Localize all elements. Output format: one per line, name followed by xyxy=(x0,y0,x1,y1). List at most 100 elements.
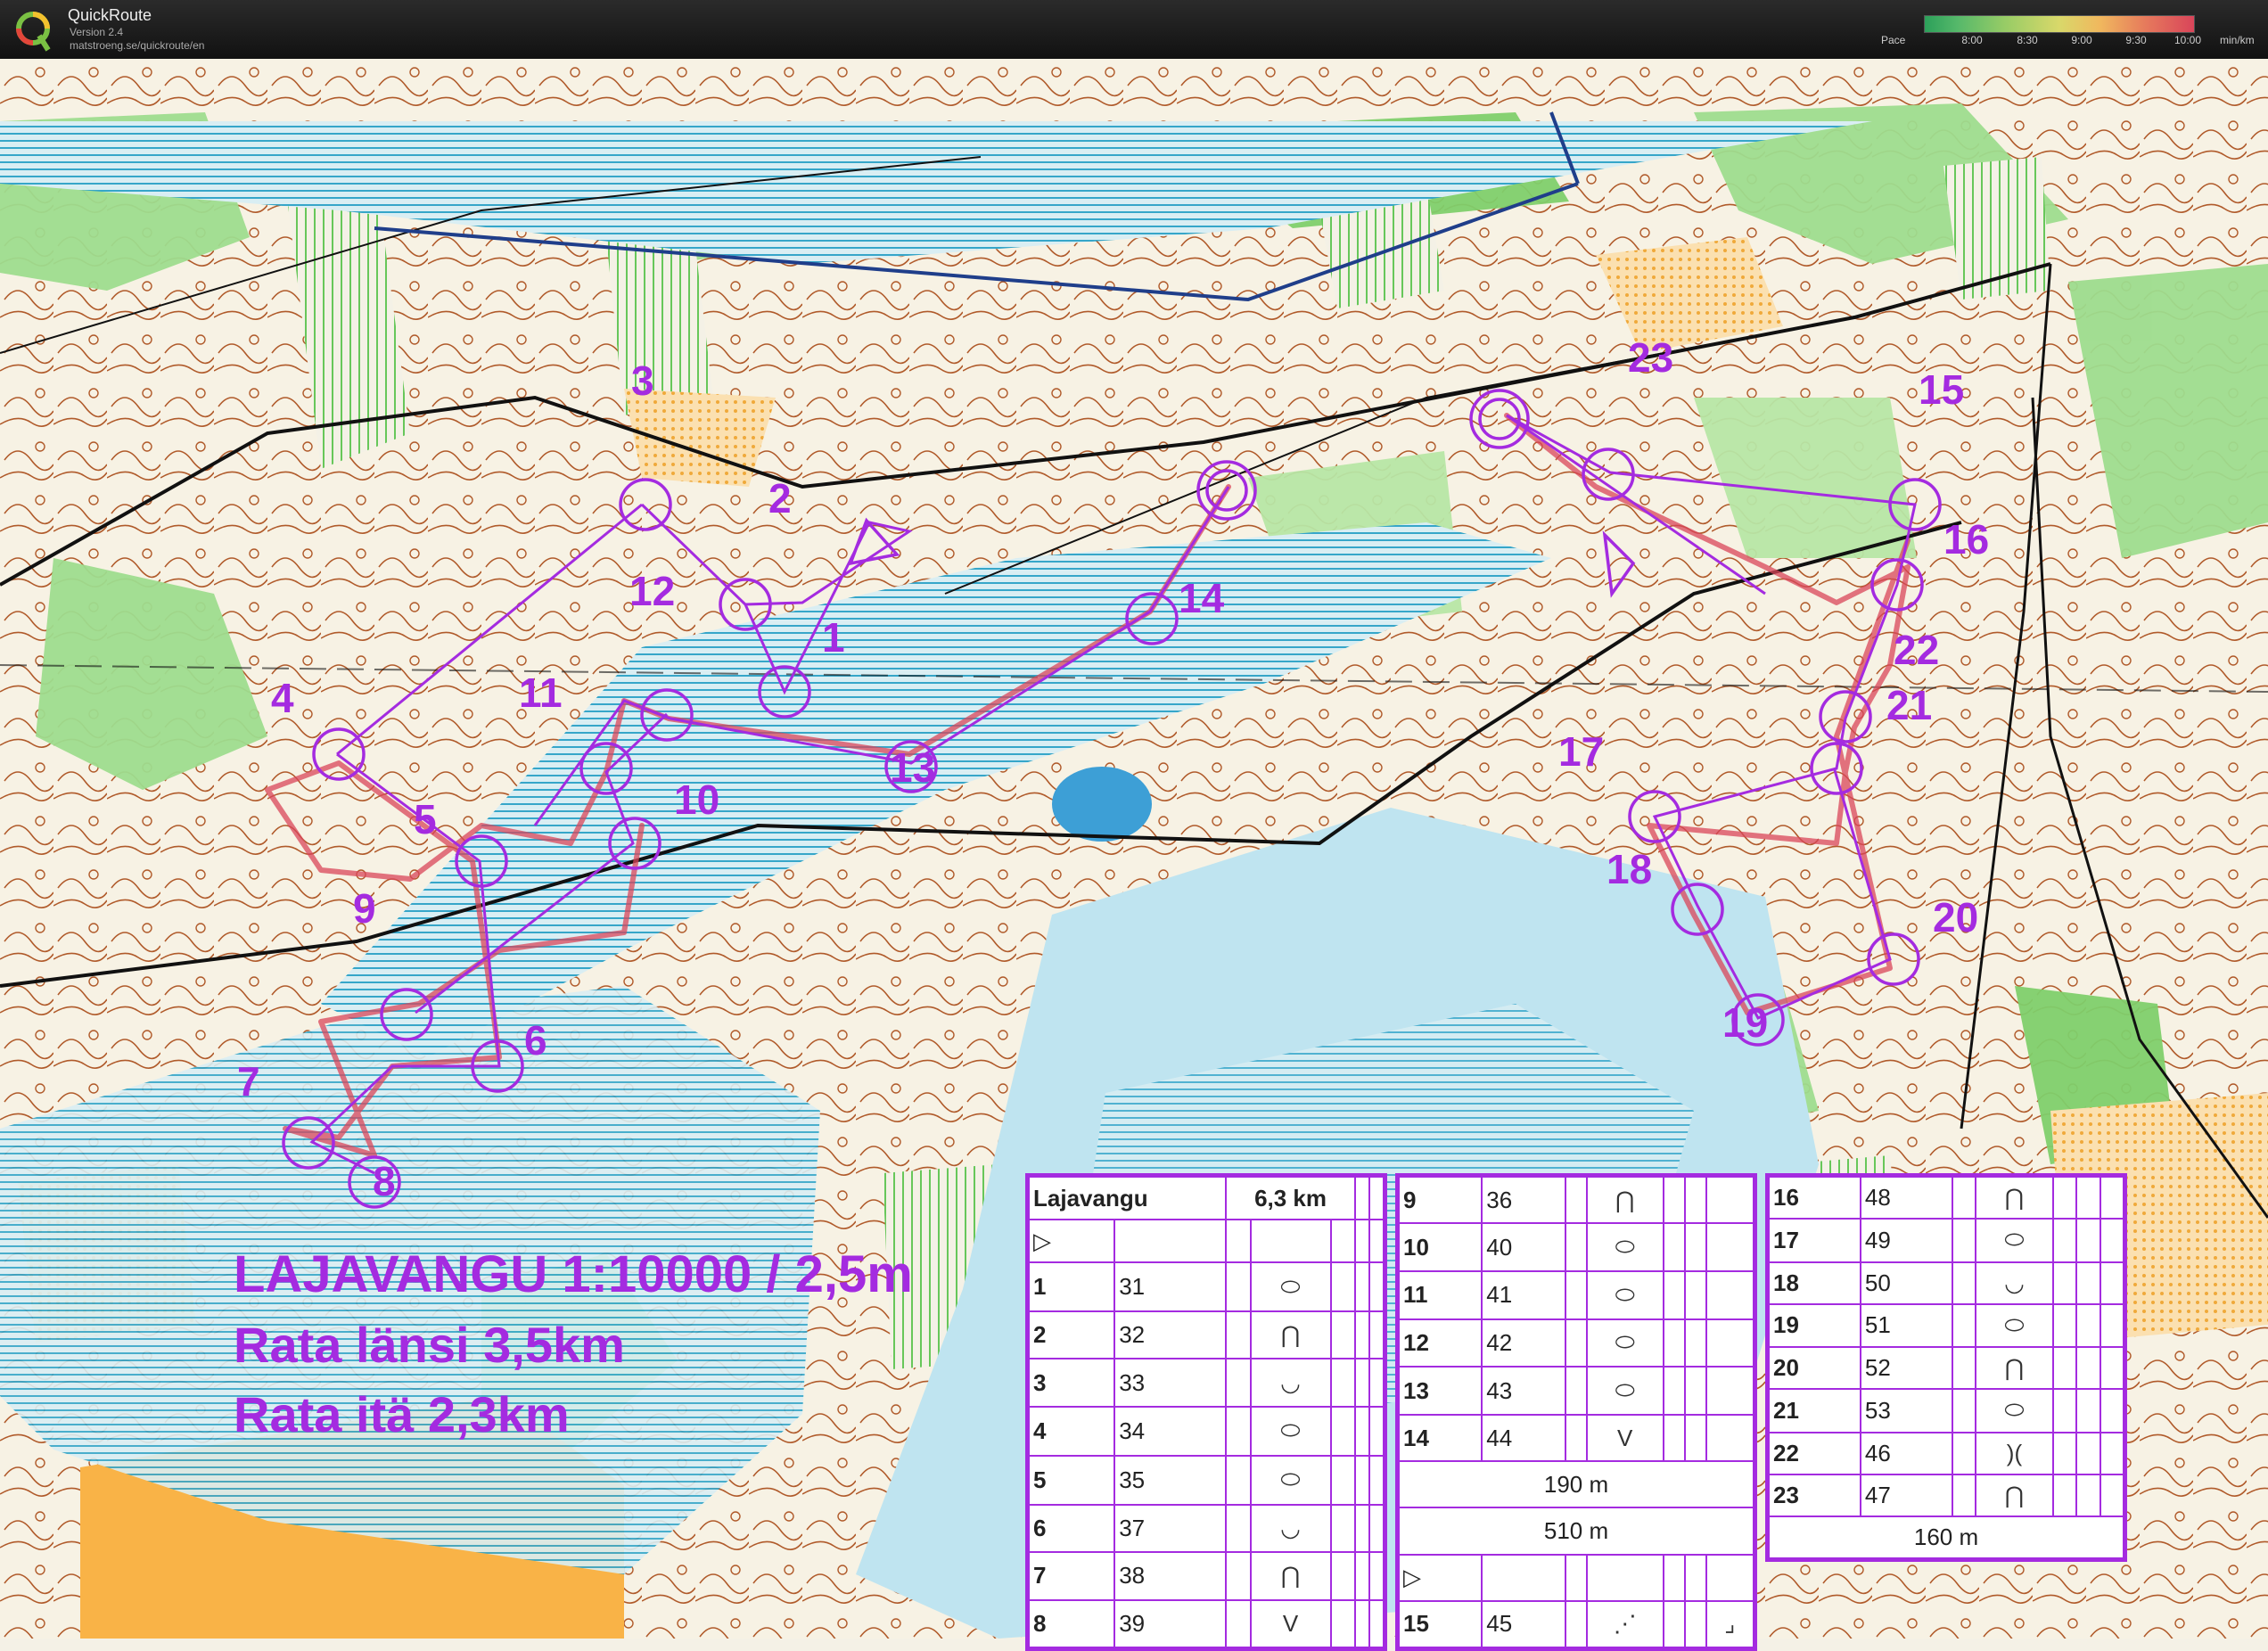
feature-symbol: ⬭ xyxy=(1249,1454,1332,1506)
control-index: 5 xyxy=(1027,1454,1116,1506)
control-code: 45 xyxy=(1481,1599,1566,1649)
control-number: 11 xyxy=(519,669,563,716)
control-number: 20 xyxy=(1933,894,1979,940)
control-number: 23 xyxy=(1628,334,1674,381)
feature-symbol: ◡ xyxy=(1249,1358,1332,1408)
control-number: 14 xyxy=(1179,575,1225,621)
feature-symbol: ⋂ xyxy=(1975,1175,2054,1220)
control-index: 7 xyxy=(1027,1551,1116,1601)
app-url[interactable]: matstroeng.se/quickroute/en xyxy=(70,39,204,52)
control-index: 12 xyxy=(1397,1318,1483,1368)
control-index: 3 xyxy=(1027,1358,1116,1408)
control-index: 11 xyxy=(1397,1269,1483,1320)
feature-symbol: ⬭ xyxy=(1975,1388,2054,1433)
pace-tick: 9:00 xyxy=(2071,34,2092,46)
feature-symbol: ⋂ xyxy=(1975,1346,2054,1391)
control-number: 21 xyxy=(1886,682,1933,728)
control-code: 32 xyxy=(1113,1310,1228,1360)
control-number: 7 xyxy=(237,1058,260,1105)
feature-symbol: ⋂ xyxy=(1249,1310,1332,1360)
control-number: 13 xyxy=(890,744,936,791)
control-number: 16 xyxy=(1943,516,1990,563)
control-code: 39 xyxy=(1113,1598,1228,1649)
quickroute-logo-icon xyxy=(16,12,51,52)
control-code: 33 xyxy=(1113,1358,1228,1408)
control-number: 3 xyxy=(631,357,654,404)
control-index: 1 xyxy=(1027,1261,1116,1312)
leg-distance-finish: 160 m xyxy=(1768,1515,2124,1560)
feature-symbol: ⋂ xyxy=(1249,1551,1332,1601)
control-code: 41 xyxy=(1481,1269,1566,1320)
feature-symbol: ⬭ xyxy=(1585,1222,1664,1272)
feature-symbol: ⬭ xyxy=(1975,1218,2054,1263)
control-code: 46 xyxy=(1859,1431,1953,1475)
control-number: 19 xyxy=(1722,999,1769,1046)
control-index: 20 xyxy=(1768,1346,1861,1391)
pace-color-scale xyxy=(1924,15,2195,33)
control-number: 22 xyxy=(1894,627,1940,673)
control-code: 37 xyxy=(1113,1503,1228,1554)
control-number: 2 xyxy=(768,475,792,522)
control-code: 51 xyxy=(1859,1302,1953,1349)
feature-symbol: ◡ xyxy=(1249,1503,1332,1554)
control-index: 6 xyxy=(1027,1503,1116,1554)
control-code: 40 xyxy=(1481,1222,1566,1272)
feature-symbol: ⬭ xyxy=(1585,1366,1664,1417)
control-code: 50 xyxy=(1859,1261,1953,1305)
description-card-1: Lajavangu 6,3 km ▷ 1 31 ⬭ 2 32 ⋂ 3 33 ◡ 4 34 ⬭ 5… xyxy=(1025,1173,1387,1651)
event-name: Lajavangu xyxy=(1027,1176,1228,1220)
control-code: 31 xyxy=(1113,1261,1228,1312)
control-index: 21 xyxy=(1768,1388,1861,1433)
control-code: 38 xyxy=(1113,1551,1228,1601)
pace-unit: min/km xyxy=(2220,34,2255,46)
feature-symbol: ⋂ xyxy=(1585,1175,1664,1225)
feature-symbol: ⬭ xyxy=(1975,1302,2054,1349)
control-code: 53 xyxy=(1859,1388,1953,1433)
control-index: 18 xyxy=(1768,1261,1861,1305)
feature-symbol: V xyxy=(1249,1598,1332,1649)
control-number: 9 xyxy=(353,885,376,932)
control-index: 10 xyxy=(1397,1222,1483,1272)
control-code: 42 xyxy=(1481,1318,1566,1368)
description-card-3: 16 48 ⋂ 17 49 ⬭ 18 50 ◡ 19 51 ⬭ 20 52 ⋂ 21 53 ⬭ 22 46… xyxy=(1765,1173,2127,1562)
control-index: 16 xyxy=(1768,1175,1861,1220)
control-code: 35 xyxy=(1113,1454,1228,1506)
control-number: 5 xyxy=(414,796,437,842)
pace-label: Pace xyxy=(1881,34,1906,46)
control-number: 4 xyxy=(271,675,294,721)
control-index: 23 xyxy=(1768,1473,1861,1517)
control-number: 15 xyxy=(1919,366,1965,413)
app-header: QuickRoute Version 2.4 matstroeng.se/qui… xyxy=(0,0,2268,59)
orienteering-map[interactable]: 1 2 3 4 5 6 7 8 9 10 11 12 13 14 15 16 1… xyxy=(0,59,2268,1651)
control-index: 2 xyxy=(1027,1310,1116,1360)
feature-symbol: ⋰ xyxy=(1585,1599,1664,1649)
feature-symbol: ⋂ xyxy=(1975,1473,2054,1517)
control-code: 44 xyxy=(1481,1414,1566,1463)
control-number: 12 xyxy=(629,568,676,614)
course-west-label: Rata länsi 3,5km xyxy=(234,1317,625,1373)
feature-symbol: ⬭ xyxy=(1585,1318,1664,1368)
control-index: 13 xyxy=(1397,1366,1483,1417)
feature-symbol: V xyxy=(1585,1414,1664,1463)
control-code: 47 xyxy=(1859,1473,1953,1517)
feature-symbol: ⬭ xyxy=(1585,1269,1664,1320)
control-index: 22 xyxy=(1768,1431,1861,1475)
pace-tick: 8:30 xyxy=(2017,34,2038,46)
control-index: 9 xyxy=(1397,1175,1483,1225)
feature-symbol: ⬭ xyxy=(1249,1405,1332,1457)
control-number: 17 xyxy=(1558,728,1605,775)
control-number: 18 xyxy=(1606,846,1653,892)
control-index: 19 xyxy=(1768,1302,1861,1349)
control-code: 49 xyxy=(1859,1218,1953,1263)
control-code: 43 xyxy=(1481,1366,1566,1417)
control-index: 14 xyxy=(1397,1414,1483,1463)
control-code: 34 xyxy=(1113,1405,1228,1457)
control-number: 1 xyxy=(822,614,845,661)
course-length: 6,3 km xyxy=(1225,1176,1357,1220)
control-index: 17 xyxy=(1768,1218,1861,1263)
control-code: 48 xyxy=(1859,1175,1953,1220)
pace-tick: 8:00 xyxy=(1961,34,1983,46)
control-number: 8 xyxy=(373,1158,396,1204)
lake xyxy=(1052,767,1152,842)
control-number: 10 xyxy=(674,776,720,823)
